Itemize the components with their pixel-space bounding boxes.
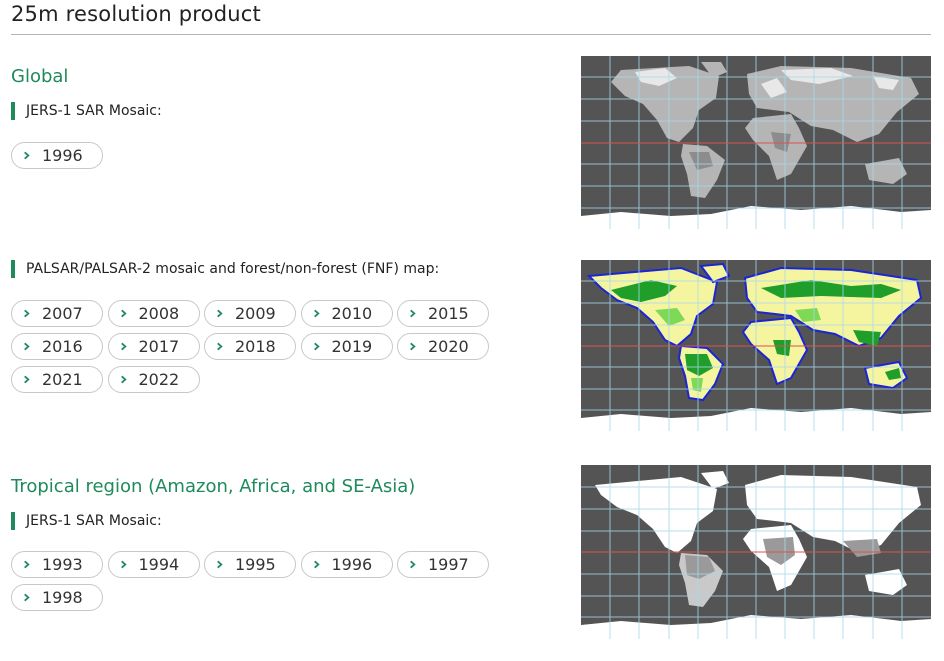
year-label: 2021	[42, 370, 83, 389]
year-button-2008[interactable]: 2008	[107, 300, 200, 327]
jers1-tropical-map	[581, 465, 931, 639]
year-button-2007[interactable]: 2007	[11, 300, 103, 327]
year-list-jers1-global: 1996	[11, 142, 489, 169]
year-label: 2016	[42, 337, 83, 356]
chevron-right-icon	[24, 309, 30, 318]
year-button-2019[interactable]: 2019	[300, 333, 393, 360]
year-label: 2020	[428, 337, 469, 356]
chevron-right-icon	[24, 342, 30, 351]
chevron-right-icon	[313, 342, 320, 351]
chevron-right-icon	[217, 342, 223, 351]
section-heading-global: Global	[11, 66, 69, 87]
year-button-1998[interactable]: 1998	[11, 584, 103, 611]
year-button-2018[interactable]: 2018	[204, 333, 296, 360]
year-label: 1997	[428, 555, 469, 574]
chevron-right-icon	[410, 342, 416, 351]
subheading-jers1-global: JERS-1 SAR Mosaic:	[11, 101, 162, 121]
year-label: 2022	[138, 370, 180, 389]
page-title: 25m resolution product	[11, 2, 261, 26]
year-button-2015[interactable]: 2015	[397, 300, 489, 327]
chevron-right-icon	[24, 375, 30, 384]
jers1-global-map	[581, 56, 931, 229]
year-button-1997[interactable]: 1997	[397, 551, 489, 578]
subheading-palsar-fnf: PALSAR/PALSAR-2 mosaic and forest/non-fo…	[11, 259, 439, 279]
year-label: 1996	[42, 146, 83, 165]
year-button-1993[interactable]: 1993	[11, 551, 103, 578]
chevron-right-icon	[313, 560, 320, 569]
year-button-2016[interactable]: 2016	[11, 333, 103, 360]
chevron-right-icon	[410, 309, 416, 318]
chevron-right-icon	[217, 560, 223, 569]
year-label: 1994	[138, 555, 180, 574]
chevron-right-icon	[217, 309, 223, 318]
year-label: 1995	[235, 555, 276, 574]
year-button-2017[interactable]: 2017	[107, 333, 200, 360]
chevron-right-icon	[410, 560, 416, 569]
year-label: 2017	[138, 337, 180, 356]
chevron-right-icon	[313, 309, 320, 318]
chevron-right-icon	[24, 151, 30, 160]
year-button-1996[interactable]: 1996	[11, 142, 103, 169]
year-button-2010[interactable]: 2010	[300, 300, 393, 327]
section-heading-tropical: Tropical region (Amazon, Africa, and SE-…	[11, 476, 416, 497]
subheading-jers1-tropical: JERS-1 SAR Mosaic:	[11, 511, 162, 531]
year-button-1994[interactable]: 1994	[107, 551, 200, 578]
year-label: 1998	[42, 588, 83, 607]
year-label: 2018	[235, 337, 276, 356]
year-label: 2015	[428, 304, 469, 323]
year-label: 2009	[235, 304, 276, 323]
year-list-jers1-tropical: 1993 1994 1995 1996 1997 1998	[11, 551, 489, 611]
year-label: 1996	[331, 555, 373, 574]
chevron-right-icon	[120, 560, 127, 569]
chevron-right-icon	[24, 560, 30, 569]
year-button-2022[interactable]: 2022	[107, 366, 200, 393]
palsar-fnf-global-map	[581, 260, 931, 431]
chevron-right-icon	[120, 375, 127, 384]
year-button-2009[interactable]: 2009	[204, 300, 296, 327]
year-label: 2010	[331, 304, 373, 323]
chevron-right-icon	[120, 342, 127, 351]
year-button-1996[interactable]: 1996	[300, 551, 393, 578]
year-button-2021[interactable]: 2021	[11, 366, 103, 393]
chevron-right-icon	[24, 593, 30, 602]
year-button-2020[interactable]: 2020	[397, 333, 489, 360]
year-label: 2008	[138, 304, 180, 323]
year-label: 2007	[42, 304, 83, 323]
year-label: 2019	[331, 337, 373, 356]
year-label: 1993	[42, 555, 83, 574]
year-button-1995[interactable]: 1995	[204, 551, 296, 578]
title-divider	[11, 34, 931, 35]
chevron-right-icon	[120, 309, 127, 318]
year-list-palsar-fnf: 2007 2008 2009 2010 2015 2016 2017 2018 2019 2020…	[11, 300, 489, 393]
